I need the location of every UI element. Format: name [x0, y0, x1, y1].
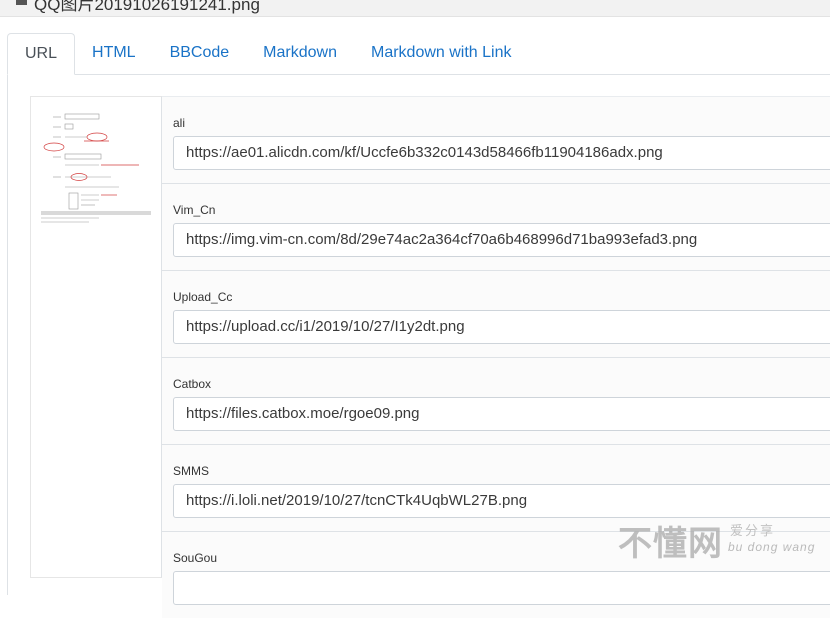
host-label: Upload_Cc: [173, 290, 233, 304]
host-label: SMMS: [173, 464, 209, 478]
tab-markdown[interactable]: Markdown: [246, 33, 354, 73]
url-field-smms[interactable]: https://i.loli.net/2019/10/27/tcnCTk4Uqb…: [173, 484, 830, 518]
host-label: ali: [173, 116, 186, 130]
watermark-logo: 不懂网: [618, 524, 723, 564]
window-title: QQ图片20191026191241.png: [34, 0, 260, 14]
image-preview[interactable]: [30, 96, 162, 578]
watermark-pinyin: bu dong wang: [728, 540, 816, 554]
url-field-vim-cn[interactable]: https://img.vim-cn.com/8d/29e74ac2a364cf…: [173, 223, 830, 257]
link-row-catbox: Catbox https://files.catbox.moe/rgoe09.p…: [162, 357, 830, 444]
tab-bbcode[interactable]: BBCode: [153, 33, 247, 73]
tab-url[interactable]: URL: [7, 33, 76, 75]
url-field-upload-cc[interactable]: https://upload.cc/i1/2019/10/27/I1y2dt.p…: [173, 310, 830, 344]
site-watermark: 不懂网 爱分享 bu dong wang: [618, 516, 830, 566]
tab-markdown-with-link[interactable]: Markdown with Link: [354, 33, 529, 73]
host-label: Catbox: [173, 377, 212, 391]
host-label: SouGou: [173, 551, 218, 565]
tab-html[interactable]: HTML: [75, 33, 153, 73]
preview-thumbnail: [41, 113, 151, 223]
link-row-upload-cc: Upload_Cc https://upload.cc/i1/2019/10/2…: [162, 270, 830, 357]
watermark-slogan: 爱分享: [730, 523, 776, 538]
window-title-bar: QQ图片20191026191241.png: [0, 0, 830, 17]
format-tabs: URL HTML BBCode Markdown Markdown with L…: [7, 33, 830, 75]
url-field-ali[interactable]: https://ae01.alicdn.com/kf/Uccfe6b332c01…: [173, 136, 830, 170]
link-row-vim-cn: Vim_Cn https://img.vim-cn.com/8d/29e74ac…: [162, 183, 830, 270]
link-row-ali: ali https://ae01.alicdn.com/kf/Uccfe6b33…: [162, 96, 830, 183]
url-field-catbox[interactable]: https://files.catbox.moe/rgoe09.png: [173, 397, 830, 431]
url-field-sougou[interactable]: [173, 571, 830, 605]
file-icon: [16, 0, 27, 5]
host-label: Vim_Cn: [173, 203, 216, 217]
